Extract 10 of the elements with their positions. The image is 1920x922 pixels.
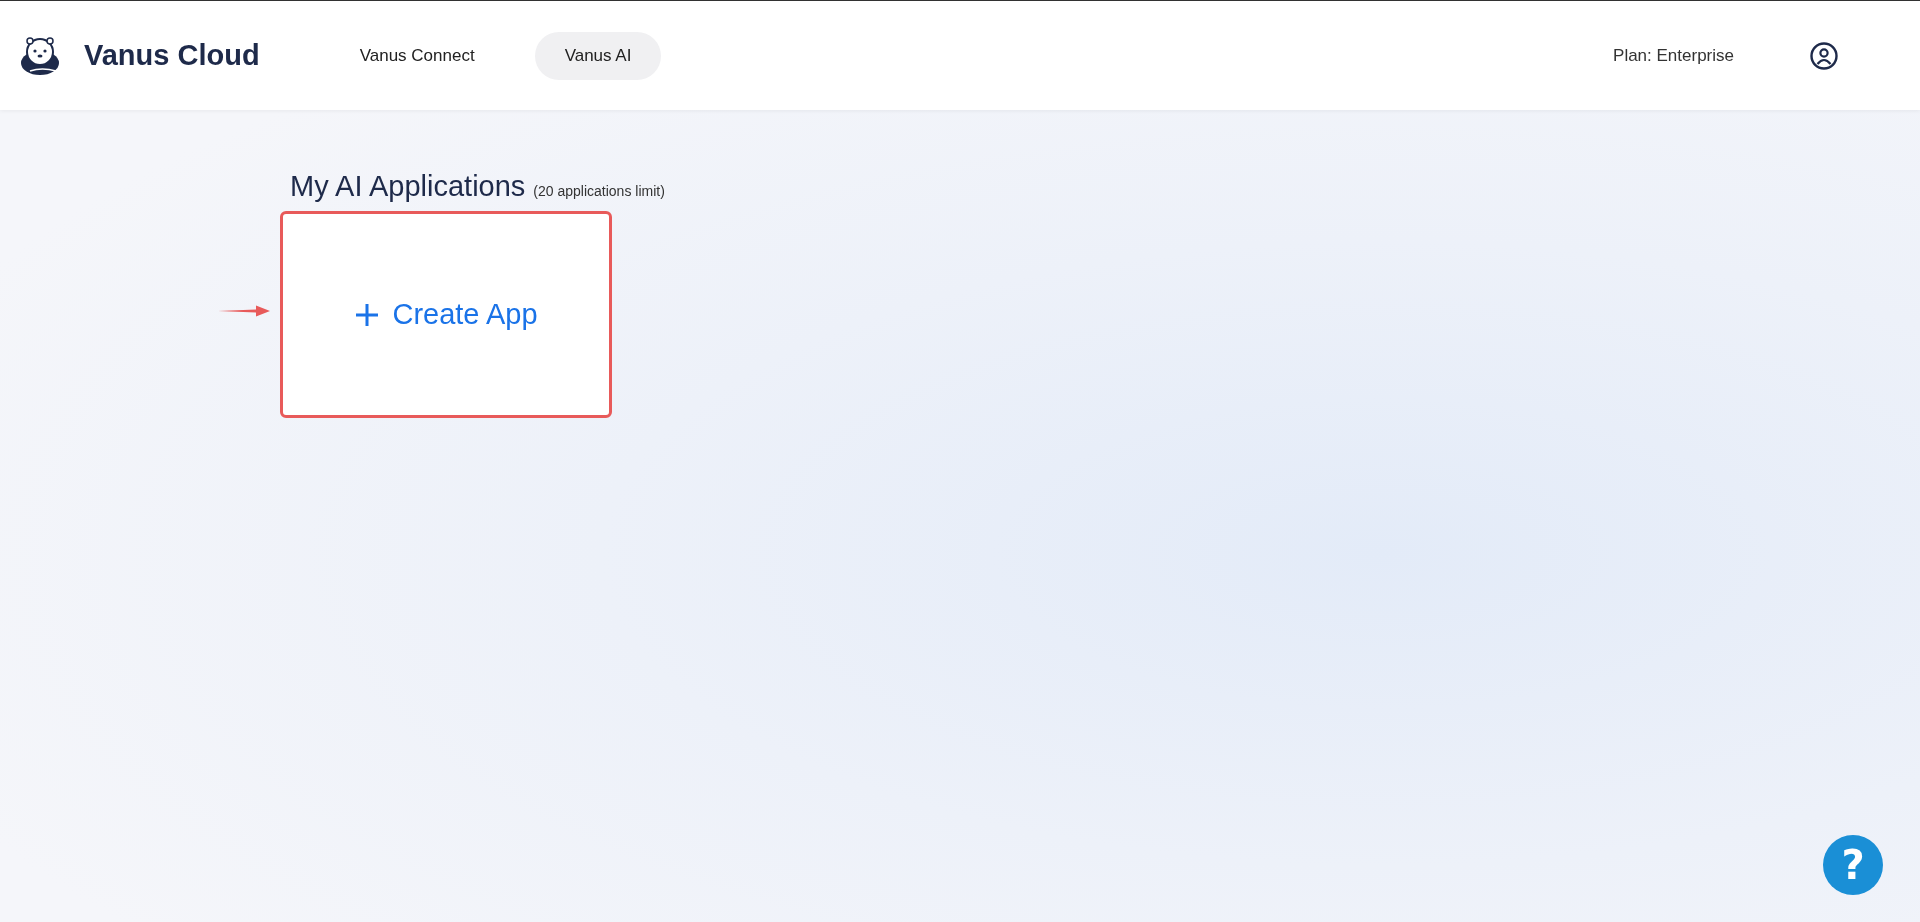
brand-name: Vanus Cloud [84, 39, 260, 72]
limit-note: (20 applications limit) [533, 183, 665, 199]
user-account-icon[interactable] [1810, 41, 1838, 70]
page-title: My AI Applications [290, 170, 526, 203]
nav-tab[interactable]: Vanus Connect [329, 31, 505, 80]
help-button[interactable]: ? [1823, 835, 1883, 895]
nav-tab[interactable]: Vanus AI [534, 31, 662, 80]
plan-label: Plan: Enterprise [1613, 45, 1734, 66]
plus-icon [354, 301, 381, 328]
create-app-card[interactable]: Create App [280, 211, 612, 418]
